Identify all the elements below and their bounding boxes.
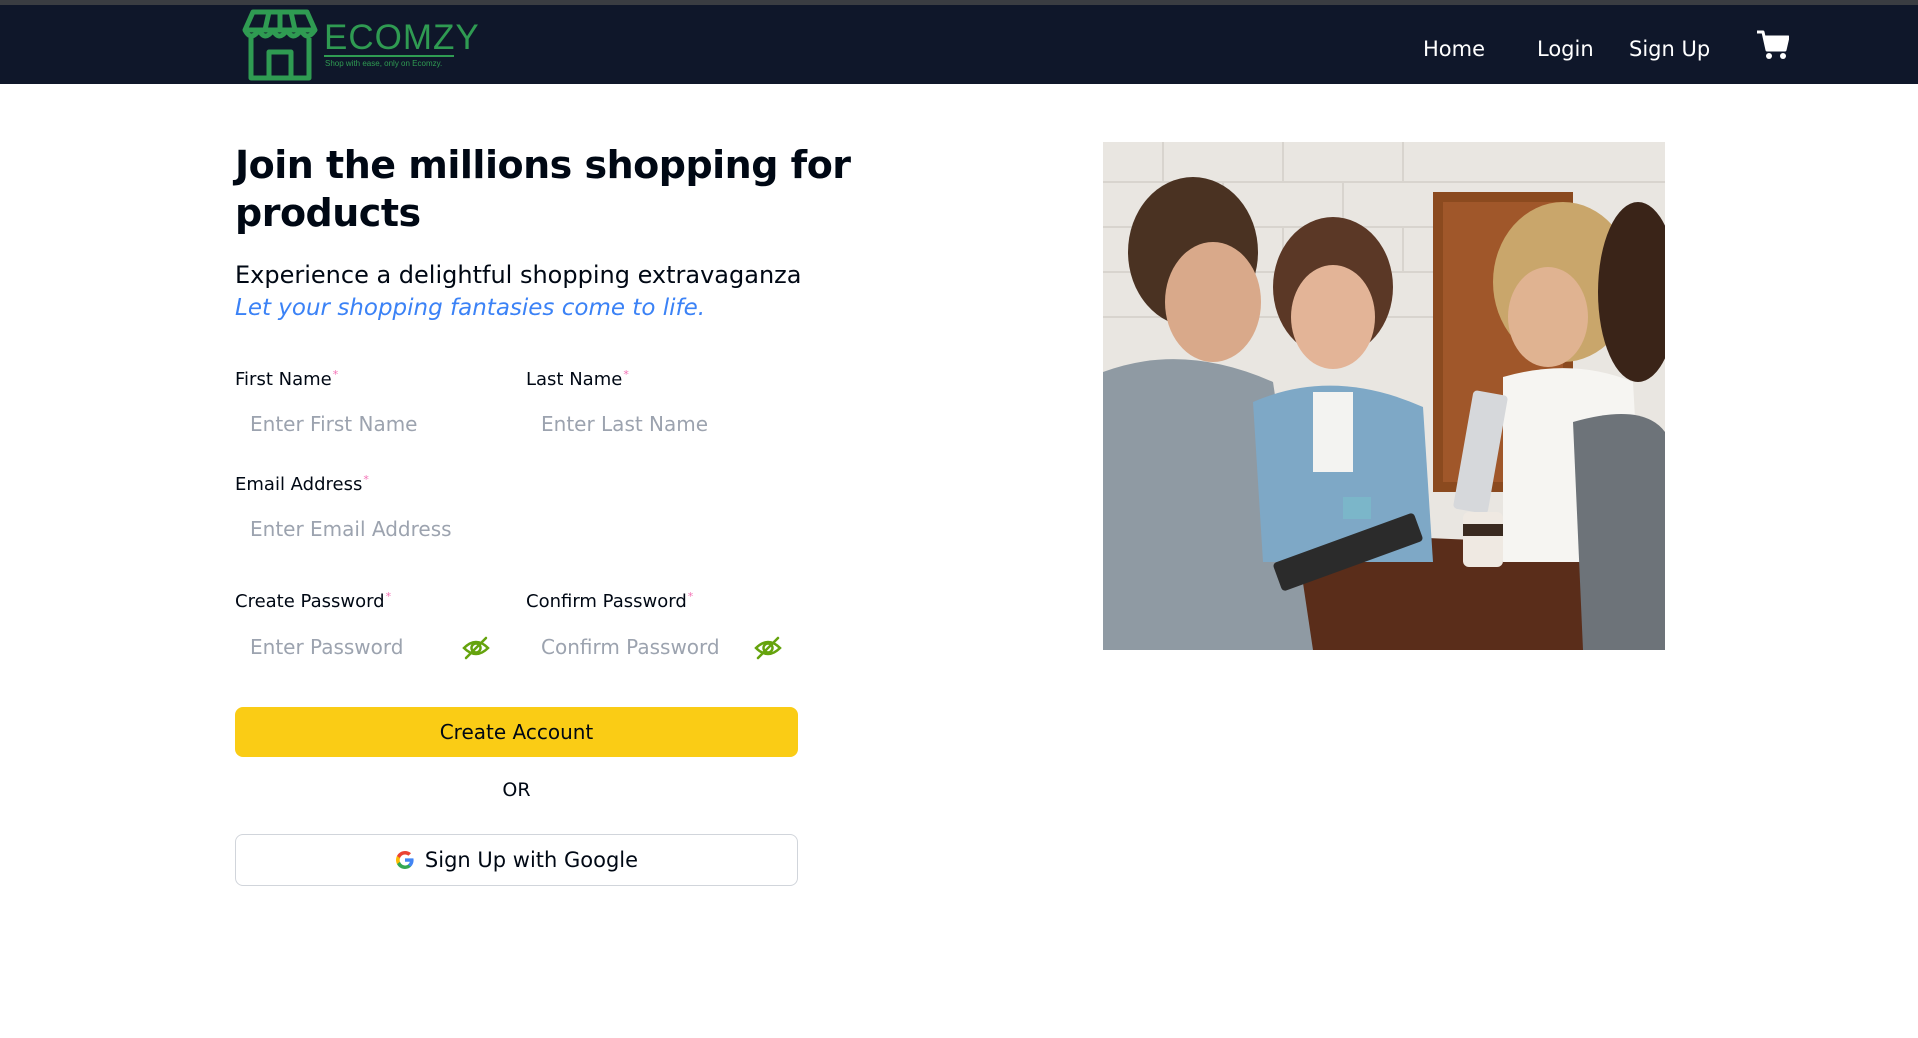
people-shopping-illustration [1103,142,1665,650]
eye-slash-icon[interactable] [461,633,491,663]
nav-login-link[interactable]: Login [1537,33,1594,65]
required-mark: * [687,590,694,603]
google-signup-label: Sign Up with Google [424,848,639,872]
last-name-input[interactable] [526,400,798,448]
last-name-label: Last Name* [526,368,629,390]
brand-name: ECOMZY [324,18,480,57]
page-subtitle: Experience a delightful shopping extrava… [235,261,802,289]
cart-icon[interactable] [1757,30,1789,60]
navbar: ECOMZY Shop with ease, only on Ecomzy. H… [0,5,1918,84]
required-mark: * [385,590,392,603]
nav-home-link[interactable]: Home [1423,33,1485,65]
required-mark: * [363,473,369,486]
first-name-input[interactable] [235,400,505,448]
required-mark: * [623,368,629,381]
hero-photo [1103,142,1665,650]
first-name-label: First Name* [235,368,339,390]
brand-underline [324,55,454,57]
brand-tagline: Shop with ease, only on Ecomzy. [325,59,443,68]
create-password-label: Create Password* [235,590,392,612]
or-divider: OR [502,779,531,801]
google-icon [395,851,414,869]
create-account-button[interactable]: Create Account [235,707,798,757]
email-input[interactable] [235,505,798,553]
confirm-password-label: Confirm Password* [526,590,694,612]
nav-signup-link[interactable]: Sign Up [1629,33,1710,65]
create-password-input[interactable] [235,623,461,671]
google-signup-button[interactable]: Sign Up with Google [235,834,798,886]
storefront-icon [242,9,318,81]
eye-slash-icon[interactable] [753,633,783,663]
confirm-password-input[interactable] [526,623,752,671]
page-tagline: Let your shopping fantasies come to life… [235,295,706,321]
brand-logo[interactable]: ECOMZY Shop with ease, only on Ecomzy. [239,8,479,84]
email-label: Email Address* [235,473,369,495]
page-heading: Join the millions shopping for products [235,143,851,235]
required-mark: * [332,368,339,381]
